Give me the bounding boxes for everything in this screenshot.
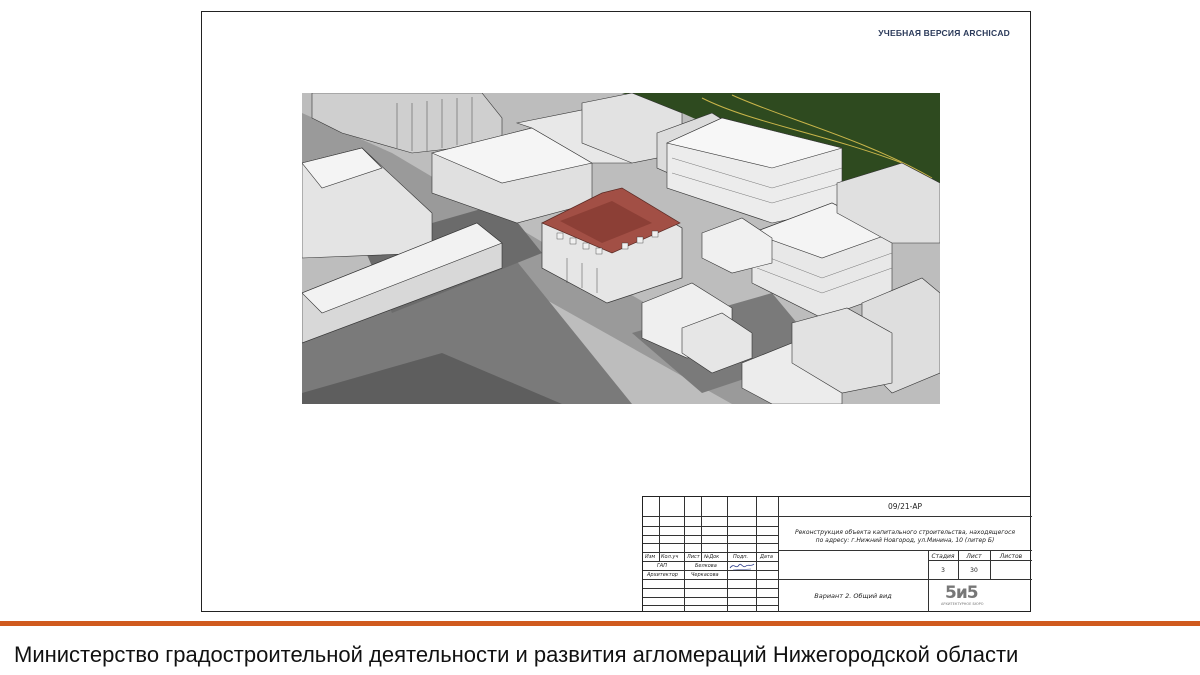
- sheets-label: Листов: [999, 553, 1023, 560]
- col-data: Дата: [760, 554, 773, 560]
- row-gap-label: ГАП: [657, 563, 667, 569]
- project-name-line2: по адресу: г.Нижний Новгород, ул.Минина,…: [815, 537, 995, 544]
- col-kol-uch: Кол.уч: [661, 554, 679, 560]
- sheet-label: Лист: [966, 553, 982, 560]
- slide: УЧЕБНАЯ ВЕРСИЯ ARCHICAD 09/21-АР Реконст…: [0, 0, 1200, 675]
- firm-logo: 5и5 АРХИТЕКТУРНОЕ БЮРО: [935, 583, 1025, 609]
- sheet-value: 30: [970, 567, 978, 574]
- col-izm: Изм: [645, 554, 656, 560]
- aerial-3d-view-image: [302, 93, 940, 404]
- project-name-line1: Реконструкция объекта капитального строи…: [794, 529, 1015, 536]
- signature-icon: [729, 563, 755, 571]
- title-block: 09/21-АР Реконструкция объекта капитальн…: [642, 496, 1032, 612]
- stage-label: Стадия: [931, 553, 955, 560]
- col-list: Лист: [687, 554, 700, 560]
- row-gap-name: Белкова: [695, 563, 717, 569]
- firm-logo-mark: 5и5: [945, 583, 979, 603]
- firm-logo-caption: АРХИТЕКТУРНОЕ БЮРО: [941, 602, 984, 606]
- stage-value: 3: [941, 567, 945, 574]
- col-ndok: №Док: [704, 554, 720, 560]
- footer-accent-bar: [0, 621, 1200, 626]
- archicad-watermark: УЧЕБНАЯ ВЕРСИЯ ARCHICAD: [878, 28, 1010, 38]
- document-code: 09/21-АР: [888, 502, 922, 511]
- drawing-sheet: УЧЕБНАЯ ВЕРСИЯ ARCHICAD 09/21-АР Реконст…: [201, 11, 1032, 612]
- drawing-title: Вариант 2. Общий вид: [814, 592, 892, 600]
- render-illustration: [302, 93, 940, 404]
- footer-title: Министерство градостроительной деятельно…: [14, 642, 1019, 667]
- row-arch-label: Архитектор: [647, 572, 678, 578]
- row-arch-name: Черкасова: [691, 572, 719, 578]
